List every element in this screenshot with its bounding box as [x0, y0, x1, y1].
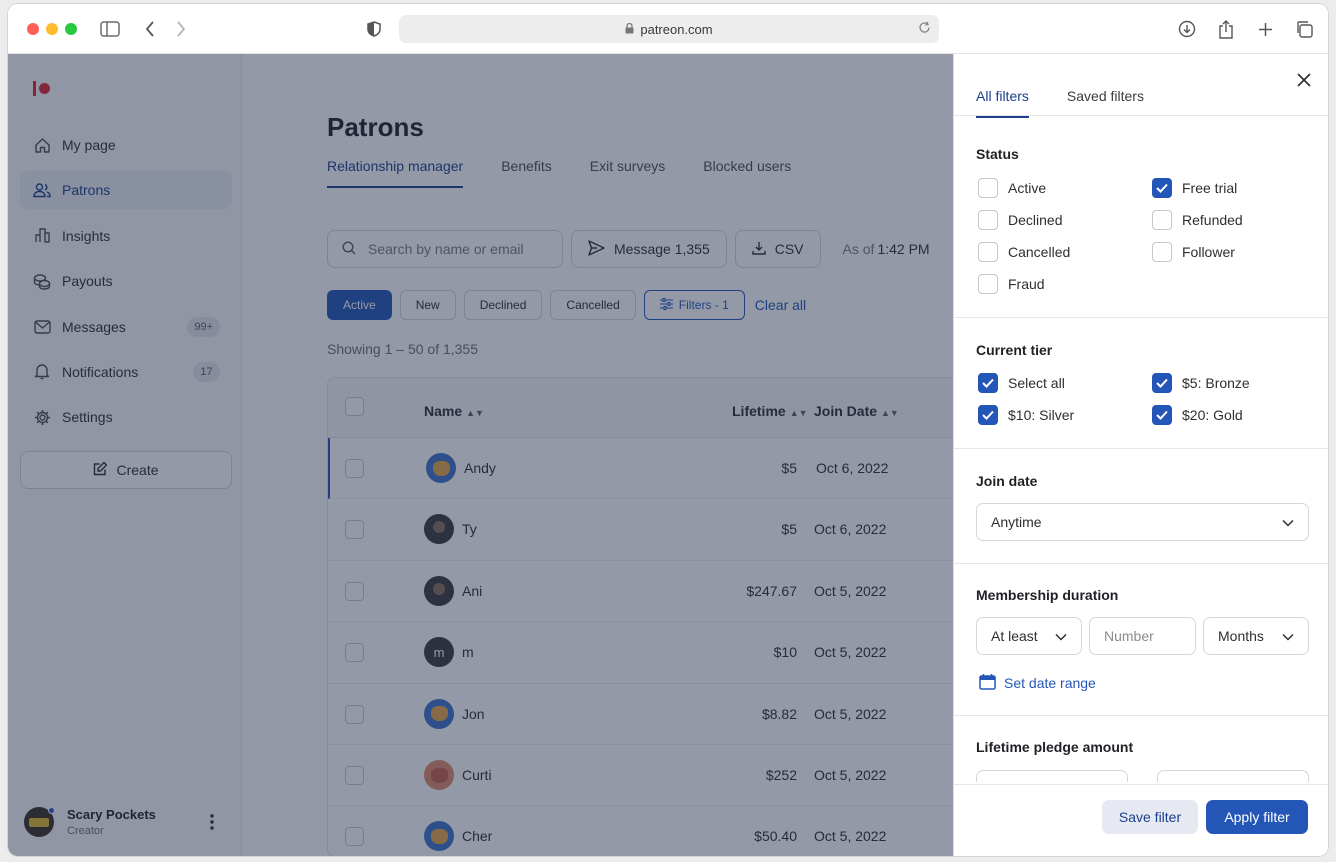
checkbox[interactable]: [1152, 242, 1172, 262]
tier-option-bronze[interactable]: $5: Bronze: [1152, 373, 1250, 393]
divider: [954, 448, 1328, 449]
tab-saved-filters[interactable]: Saved filters: [1067, 88, 1144, 118]
address-bar[interactable]: patreon.com: [399, 15, 939, 43]
option-label: $20: Gold: [1182, 407, 1243, 423]
option-label: Select all: [1008, 375, 1065, 391]
checkbox[interactable]: [978, 178, 998, 198]
checkbox[interactable]: [978, 242, 998, 262]
set-date-range-link[interactable]: Set date range: [979, 673, 1096, 693]
option-label: Free trial: [1182, 180, 1238, 196]
apply-filter-button[interactable]: Apply filter: [1206, 800, 1308, 834]
number-placeholder: Number: [1104, 628, 1154, 644]
forward-icon[interactable]: [168, 16, 194, 42]
tab-overview-icon[interactable]: [1291, 16, 1317, 42]
close-icon[interactable]: [1297, 73, 1311, 92]
browser-window: patreon.com My page Patrons Insights Pay…: [8, 4, 1328, 856]
checkbox-checked[interactable]: [978, 373, 998, 393]
new-tab-icon[interactable]: [1252, 16, 1278, 42]
lifetime-min-input[interactable]: [976, 770, 1128, 782]
checkbox-checked[interactable]: [1152, 405, 1172, 425]
browser-toolbar: patreon.com: [8, 4, 1328, 54]
status-option-fraud[interactable]: Fraud: [978, 274, 1045, 294]
privacy-shield-icon[interactable]: [361, 16, 387, 42]
back-icon[interactable]: [137, 16, 163, 42]
zoom-window-button[interactable]: [65, 23, 77, 35]
comparator-value: At least: [991, 628, 1038, 644]
duration-comparator-select[interactable]: At least: [976, 617, 1082, 655]
checkbox-checked[interactable]: [1152, 373, 1172, 393]
status-option-refunded[interactable]: Refunded: [1152, 210, 1243, 230]
divider: [954, 563, 1328, 564]
minimize-window-button[interactable]: [46, 23, 58, 35]
status-option-follower[interactable]: Follower: [1152, 242, 1235, 262]
patreon-app: My page Patrons Insights Payouts Message…: [8, 54, 1328, 856]
modal-backdrop[interactable]: [8, 54, 953, 856]
divider: [954, 317, 1328, 318]
option-label: Refunded: [1182, 212, 1243, 228]
join-date-value: Anytime: [991, 514, 1042, 530]
tier-option-gold[interactable]: $20: Gold: [1152, 405, 1243, 425]
unit-value: Months: [1218, 628, 1264, 644]
option-label: Follower: [1182, 244, 1235, 260]
checkbox-checked[interactable]: [1152, 178, 1172, 198]
status-section-title: Status: [976, 146, 1019, 162]
close-window-button[interactable]: [27, 23, 39, 35]
lifetime-max-input[interactable]: [1157, 770, 1309, 782]
tier-section-title: Current tier: [976, 342, 1053, 358]
status-option-cancelled[interactable]: Cancelled: [978, 242, 1070, 262]
tab-all-filters[interactable]: All filters: [976, 88, 1029, 118]
divider: [954, 715, 1328, 716]
option-label: Active: [1008, 180, 1047, 196]
status-option-free-trial[interactable]: Free trial: [1152, 178, 1237, 198]
reload-icon[interactable]: [918, 21, 931, 37]
join-date-select[interactable]: Anytime: [976, 503, 1309, 541]
join-date-section-title: Join date: [976, 473, 1038, 489]
option-label: Fraud: [1008, 276, 1045, 292]
chevron-down-icon: [1282, 628, 1294, 644]
duration-number-input[interactable]: Number: [1089, 617, 1196, 655]
option-label: Cancelled: [1008, 244, 1071, 260]
checkbox-checked[interactable]: [978, 405, 998, 425]
duration-section-title: Membership duration: [976, 587, 1119, 603]
url-text: patreon.com: [640, 21, 713, 37]
sidebar-toggle-icon[interactable]: [97, 16, 123, 42]
lifetime-section-title: Lifetime pledge amount: [976, 739, 1134, 755]
filters-panel: All filters Saved filters Status Active …: [953, 54, 1328, 856]
checkbox[interactable]: [1152, 210, 1172, 230]
chevron-down-icon: [1055, 628, 1067, 644]
status-option-active[interactable]: Active: [978, 178, 1046, 198]
duration-unit-select[interactable]: Months: [1203, 617, 1309, 655]
download-icon[interactable]: [1174, 16, 1200, 42]
save-filter-button[interactable]: Save filter: [1102, 800, 1198, 834]
status-option-declined[interactable]: Declined: [978, 210, 1062, 230]
share-icon[interactable]: [1213, 16, 1239, 42]
calendar-icon: [979, 673, 996, 693]
option-label: $10: Silver: [1008, 407, 1075, 423]
option-label: Declined: [1008, 212, 1063, 228]
checkbox[interactable]: [978, 210, 998, 230]
option-label: $5: Bronze: [1182, 375, 1250, 391]
divider: [954, 115, 1328, 116]
chevron-down-icon: [1282, 514, 1294, 530]
lock-icon: [625, 22, 634, 37]
tier-option-silver[interactable]: $10: Silver: [978, 405, 1074, 425]
checkbox[interactable]: [978, 274, 998, 294]
set-date-range-label: Set date range: [1004, 675, 1096, 691]
filters-panel-footer: Save filter Apply filter: [954, 784, 1328, 856]
filters-panel-tabs: All filters Saved filters: [976, 88, 1144, 118]
tier-option-select-all[interactable]: Select all: [978, 373, 1065, 393]
